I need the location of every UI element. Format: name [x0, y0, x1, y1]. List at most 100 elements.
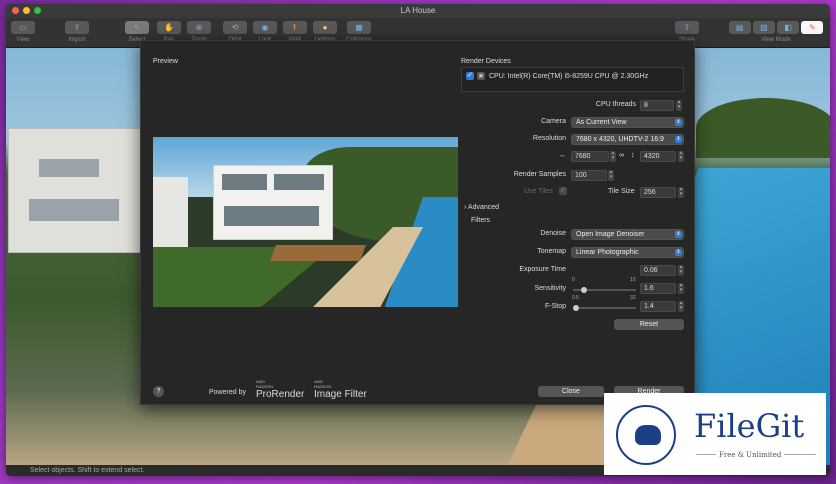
render-devices-label: Render Devices — [461, 58, 511, 65]
sensitivity-input[interactable]: 1.6 — [640, 283, 676, 294]
preview-building — [153, 177, 188, 247]
fstop-slider[interactable] — [573, 305, 636, 311]
import-button[interactable]: ⇪ Import — [62, 21, 92, 47]
window-title: LA House — [400, 6, 436, 15]
fstop-max: 32 — [630, 295, 636, 301]
sensitivity-knob[interactable] — [581, 287, 587, 293]
view-mode-4-icon[interactable]: ✎ — [801, 21, 824, 34]
select-icon: ↖ — [125, 21, 149, 34]
villa-window — [274, 174, 324, 190]
device-list: ✓ ▣ CPU: Intel(R) Core(TM) i5-8259U CPU … — [461, 67, 684, 92]
chevron-updown-icon: ⇕ — [675, 231, 682, 238]
preview-deck — [270, 245, 366, 261]
prorender-text: ProRender — [256, 389, 305, 400]
tile-size-input[interactable]: 256 — [640, 187, 676, 198]
denoise-value: Open Image Denoiser — [576, 231, 645, 238]
camera-select[interactable]: As Current View ⇕ — [571, 117, 684, 128]
device-checkbox[interactable]: ✓ — [466, 72, 474, 80]
house-model — [8, 128, 143, 253]
tonemap-select[interactable]: Linear Photographic ⇕ — [571, 247, 684, 258]
advanced-disclosure[interactable]: › Advanced — [464, 204, 499, 211]
resolution-value: 7680 x 4320, UHDTV-2 16:9 — [576, 136, 664, 143]
view-mode-1-icon[interactable]: ▤ — [728, 21, 751, 34]
lightbulb-icon: ● — [313, 21, 337, 34]
cpu-threads-label: CPU threads — [595, 101, 636, 108]
orbit-icon: ⟲ — [223, 21, 247, 34]
exposure-time-stepper[interactable]: ▴ ▾ — [678, 265, 684, 276]
resolution-label: Resolution — [532, 135, 566, 142]
exposure-time-input[interactable]: 0.06 — [640, 265, 676, 276]
sensitivity-max: 10 — [630, 277, 636, 283]
sensitivity-label: Sensitivity — [534, 285, 566, 292]
device-name: CPU: Intel(R) Core(TM) i5-8259U CPU @ 2.… — [489, 73, 649, 80]
zoom-icon: ⊕ — [187, 21, 211, 34]
height-input[interactable]: 4320 — [640, 151, 676, 162]
image-filter-text: Image Filter — [314, 389, 367, 400]
filegit-logo-icon — [616, 405, 676, 465]
render-samples-input[interactable]: 100 — [571, 170, 607, 181]
denoise-select[interactable]: Open Image Denoiser ⇕ — [571, 229, 684, 240]
cloud-icon — [635, 425, 661, 445]
camera-label: Camera — [541, 118, 566, 125]
collisions-icon: ▦ — [347, 21, 371, 34]
preview-villa — [213, 165, 333, 240]
render-samples-label: Render Samples — [513, 171, 566, 178]
fstop-min: 0.5 — [572, 295, 579, 301]
tile-size-label: Tile Size — [608, 188, 635, 195]
chevron-updown-icon: ⇕ — [675, 119, 682, 126]
zoom-window-icon[interactable] — [34, 7, 41, 14]
view-mode-2-icon[interactable]: ▨ — [752, 21, 775, 34]
view-button[interactable]: ▭ View — [8, 21, 38, 47]
hill-shape — [696, 98, 830, 158]
sensitivity-slider[interactable] — [573, 287, 636, 293]
fstop-stepper[interactable]: ▴ ▾ — [678, 301, 684, 312]
pan-icon: ✋ — [157, 21, 181, 34]
fstop-knob[interactable] — [573, 305, 579, 311]
fstop-label: F-Stop — [544, 303, 566, 310]
chevron-right-icon: › — [464, 204, 467, 211]
close-button[interactable]: Close — [538, 386, 604, 397]
height-arrow-icon: ↕ — [631, 152, 635, 159]
cpu-threads-stepper[interactable]: ▴ ▾ — [676, 100, 682, 111]
cpu-icon: ▣ — [477, 72, 485, 80]
import-icon: ⇪ — [65, 21, 89, 34]
powered-by-label: Powered by — [209, 389, 246, 396]
view-mode-label: View Mode — [761, 37, 791, 43]
chevron-updown-icon: ⇕ — [675, 249, 682, 256]
import-label: Import — [68, 37, 86, 43]
close-window-icon[interactable] — [12, 7, 19, 14]
link-icon[interactable]: ∞ — [619, 152, 624, 159]
amd-radeon-prorender-logo: AMD RADEON ProRender — [256, 379, 304, 400]
fstop-input[interactable]: 1.4 — [640, 301, 676, 312]
width-stepper[interactable]: ▴ ▾ — [610, 151, 616, 162]
help-button[interactable]: ? — [153, 386, 164, 397]
minimize-window-icon[interactable] — [23, 7, 30, 14]
denoise-label: Denoise — [540, 230, 566, 237]
filters-label: Filters — [471, 217, 491, 224]
filegit-watermark: FileGit Free & Unlimited — [604, 393, 826, 475]
preview-label: Preview — [153, 58, 178, 65]
tile-size-stepper[interactable]: ▴ ▾ — [678, 187, 684, 198]
exposure-time-label: Exposure Time — [519, 266, 566, 273]
use-tiles-checkbox[interactable]: ✓ — [559, 187, 567, 195]
view-label: View — [16, 37, 30, 43]
cpu-threads-input[interactable]: 8 — [640, 100, 674, 111]
tonemap-label: Tonemap — [537, 248, 566, 255]
chevron-updown-icon: ⇕ — [675, 136, 682, 143]
render-samples-stepper[interactable]: ▴ ▾ — [608, 170, 614, 181]
reset-button[interactable]: Reset — [614, 319, 684, 330]
resolution-select[interactable]: 7680 x 4320, UHDTV-2 16:9 ⇕ — [571, 134, 684, 145]
view-mode-3-icon[interactable]: ◧ — [777, 21, 800, 34]
amd-radeon-image-filter-logo: AMD RADEON Image Filter — [314, 379, 367, 400]
width-input[interactable]: 7680 — [571, 151, 609, 162]
sensitivity-min: 0 — [572, 277, 575, 283]
sensitivity-stepper[interactable]: ▴ ▾ — [678, 283, 684, 294]
villa-window — [224, 206, 319, 226]
house-window — [39, 159, 99, 177]
height-stepper[interactable]: ▴ ▾ — [678, 151, 684, 162]
view-mode-segments: ▤ ▨ ◧ ✎ — [728, 21, 824, 34]
view-mode-control[interactable]: ▤ ▨ ◧ ✎ View Mode — [728, 21, 824, 47]
width-arrow-icon: ↔ — [559, 152, 566, 159]
watermark-subtitle: Free & Unlimited — [716, 451, 785, 459]
walk-icon: 🚶 — [283, 21, 307, 34]
